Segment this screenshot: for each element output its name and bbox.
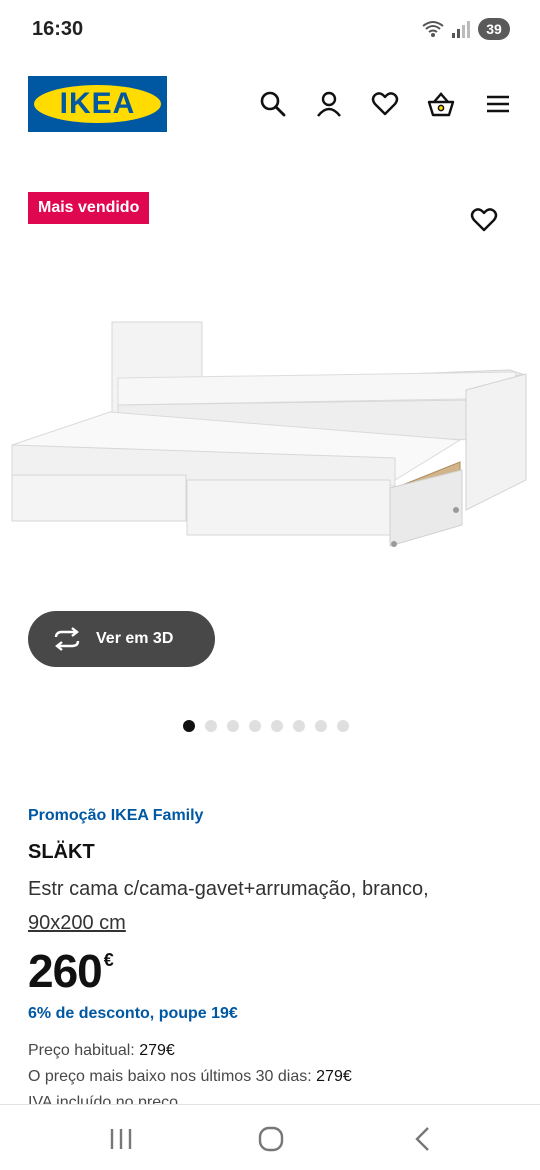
product-name: SLÄKT — [28, 841, 95, 863]
user-icon[interactable] — [315, 90, 343, 118]
carousel-dot[interactable] — [183, 720, 195, 732]
product-description-text: Estr cama c/cama-gavet+arrumação, branco… — [28, 878, 429, 900]
product-price: 260 € — [28, 944, 114, 998]
favorite-heart-icon[interactable] — [470, 206, 498, 234]
product-image — [0, 310, 540, 560]
price-currency: € — [103, 950, 114, 970]
family-promo-label: Promoção IKEA Family — [28, 807, 204, 824]
status-bar: 16:30 39 — [0, 0, 540, 60]
carousel-dot[interactable] — [293, 720, 305, 732]
status-time: 16:30 — [32, 18, 84, 40]
status-icons: 39 — [422, 18, 510, 40]
carousel-dot[interactable] — [315, 720, 327, 732]
price-value: 260 — [28, 945, 103, 997]
search-icon[interactable] — [259, 90, 287, 118]
header: IKEA — [0, 70, 540, 140]
logo-text: IKEA — [59, 87, 136, 120]
home-icon[interactable] — [256, 1125, 286, 1153]
carousel-dot[interactable] — [205, 720, 217, 732]
carousel-dot[interactable] — [249, 720, 261, 732]
heart-icon[interactable] — [371, 90, 399, 118]
carousel-dot[interactable] — [227, 720, 239, 732]
product-size-link[interactable]: 90x200 cm — [28, 912, 126, 934]
recent-apps-icon[interactable] — [106, 1125, 136, 1153]
system-nav-bar — [0, 1104, 540, 1170]
product-description: Estr cama c/cama-gavet+arrumação, branco… — [28, 872, 518, 940]
view-3d-label: Ver em 3D — [96, 630, 174, 647]
carousel-dot[interactable] — [337, 720, 349, 732]
lowest-price-label: O preço mais baixo nos últimos 30 dias: — [28, 1068, 317, 1085]
carousel-dot[interactable] — [271, 720, 283, 732]
lowest-price-value: 279€ — [316, 1068, 352, 1085]
discount-text: 6% de desconto, poupe 19€ — [28, 1005, 238, 1022]
battery-icon: 39 — [478, 18, 510, 40]
carousel-dots[interactable] — [0, 720, 540, 734]
regular-price: Preço habitual: 279€ — [28, 1042, 175, 1060]
lowest-price: O preço mais baixo nos últimos 30 dias: … — [28, 1068, 352, 1086]
bestseller-badge: Mais vendido — [28, 192, 150, 224]
ikea-logo[interactable]: IKEA — [28, 76, 167, 132]
regular-price-label: Preço habitual: — [28, 1042, 140, 1059]
menu-icon[interactable] — [484, 90, 512, 118]
back-icon[interactable] — [408, 1125, 438, 1153]
signal-icon — [450, 19, 472, 39]
wifi-icon — [422, 19, 444, 39]
view-3d-button[interactable]: Ver em 3D — [28, 611, 215, 667]
regular-price-value: 279€ — [139, 1042, 175, 1059]
rotate-3d-icon — [54, 627, 80, 651]
basket-icon[interactable] — [427, 90, 455, 118]
